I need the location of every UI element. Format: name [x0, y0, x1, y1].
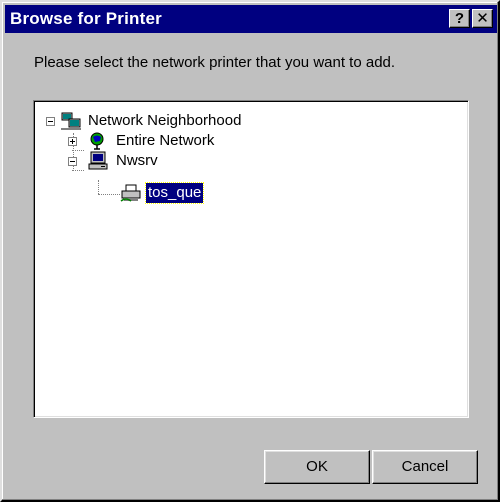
- help-icon: ?: [454, 10, 465, 27]
- printer-icon: [120, 184, 141, 202]
- collapse-network-neighborhood-toggle[interactable]: [46, 117, 55, 126]
- computer-icon: [88, 151, 108, 170]
- close-button[interactable]: ✕: [472, 9, 493, 28]
- tree-connector: [72, 170, 84, 172]
- tree-node-label: Nwsrv: [116, 152, 158, 169]
- window-title: Browse for Printer: [10, 9, 162, 28]
- tree-connector: [72, 150, 84, 152]
- cancel-button[interactable]: Cancel: [372, 450, 478, 484]
- ok-button[interactable]: OK: [264, 450, 370, 484]
- printer-tree-view[interactable]: Network Neighborhood Entire Network Nwsr…: [33, 100, 469, 418]
- tree-node-label: Network Neighborhood: [88, 112, 242, 129]
- network-neighborhood-icon: [61, 112, 81, 130]
- expand-entire-network-toggle[interactable]: [68, 137, 77, 146]
- globe-icon: [90, 132, 104, 150]
- close-icon: ✕: [476, 10, 489, 27]
- tree-connector: [98, 180, 100, 194]
- tree-node-label: Entire Network: [116, 132, 215, 149]
- tree-connector: [98, 194, 120, 196]
- browse-for-printer-dialog: Browse for Printer ? ✕ Please select the…: [0, 0, 500, 502]
- collapse-nwsrv-toggle[interactable]: [68, 157, 77, 166]
- tree-node-label: tos_que: [144, 182, 205, 204]
- instruction-text: Please select the network printer that y…: [34, 54, 396, 71]
- title-bar[interactable]: Browse for Printer ? ✕: [5, 5, 497, 33]
- help-button[interactable]: ?: [449, 9, 470, 28]
